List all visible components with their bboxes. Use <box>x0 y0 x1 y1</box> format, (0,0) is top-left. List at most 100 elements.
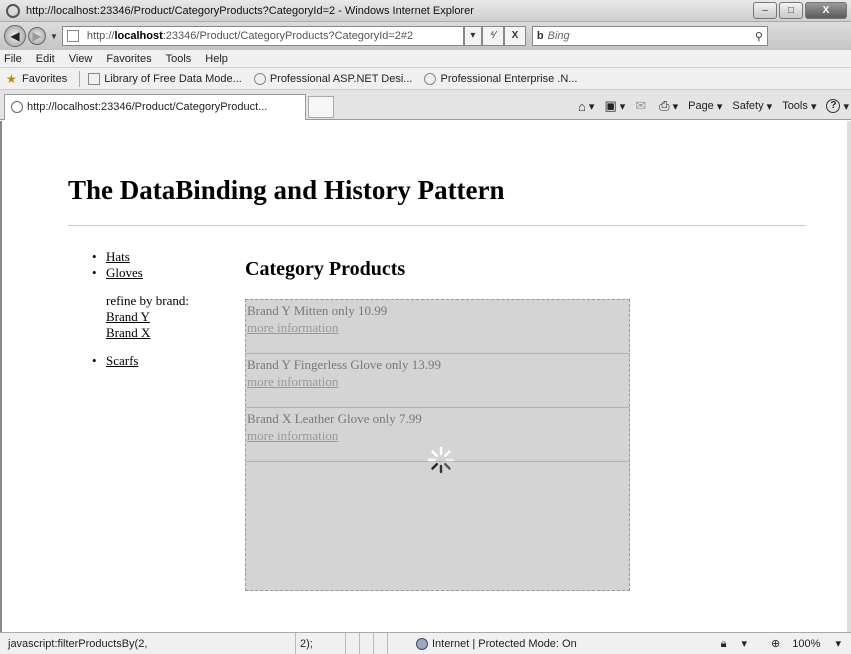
menu-help[interactable]: Help <box>205 53 228 65</box>
status-panel <box>374 633 388 654</box>
loading-spinner-icon <box>427 446 455 474</box>
favorite-link-2[interactable]: Professional ASP.NET Desi... <box>253 72 413 85</box>
status-right: 🔒︎ ▾ ⊕ 100% ▾ <box>697 637 841 651</box>
address-dropdown-icon[interactable]: ▾ <box>463 26 482 46</box>
menu-edit[interactable]: Edit <box>36 53 55 65</box>
history-dropdown-icon[interactable]: ▼ <box>50 32 58 41</box>
dropdown-icon: ▾ <box>843 100 849 113</box>
menu-tools[interactable]: Tools <box>166 53 192 65</box>
forward-button[interactable]: ▶ <box>28 27 46 45</box>
category-link-gloves[interactable]: Gloves <box>106 265 143 280</box>
address-toolbar: ◀ ▶ ▼ http://localhost:23346/Product/Cat… <box>0 22 851 50</box>
product-item: Brand Y Mitten only 10.99 more informati… <box>246 300 629 354</box>
tab-bar: http://localhost:23346/Product/CategoryP… <box>0 90 851 120</box>
zoom-level: 100% <box>792 638 821 650</box>
zoom-control[interactable]: ⊕ 100% ▾ <box>759 637 841 650</box>
status-bar: javascript:filterProductsBy(2, 2); Inter… <box>0 632 851 654</box>
page-icon <box>88 72 101 85</box>
search-placeholder: Bing <box>547 30 570 42</box>
feeds-button[interactable]: ▣ ▾ <box>604 98 625 114</box>
dropdown-icon: ▾ <box>619 100 626 113</box>
product-text: Brand Y Mitten only 10.99 <box>247 303 388 318</box>
more-info-link[interactable]: more information <box>247 319 629 336</box>
print-icon: ⎙ <box>659 98 670 113</box>
dropdown-icon: ▾ <box>766 100 773 113</box>
mail-icon: ✉ <box>635 98 647 113</box>
mail-button[interactable]: ✉ <box>635 98 649 114</box>
favorite-link-1[interactable]: Library of Free Data Mode... <box>88 72 242 85</box>
back-button[interactable]: ◀ <box>4 25 26 47</box>
product-list: Brand Y Mitten only 10.99 more informati… <box>245 299 630 591</box>
zone-label: Internet | Protected Mode: On <box>432 637 577 650</box>
page-content: The DataBinding and History Pattern Hats… <box>0 121 851 632</box>
status-panel <box>360 633 374 654</box>
dropdown-icon: ▾ <box>835 638 841 650</box>
print-button[interactable]: ⎙ ▾ <box>659 98 678 114</box>
home-button[interactable]: ⌂ ▾ <box>578 99 594 114</box>
window-controls: – □ X <box>751 2 847 19</box>
search-input[interactable]: b Bing ⚲ <box>531 26 768 46</box>
status-text-area: javascript:filterProductsBy(2, <box>0 633 296 654</box>
refine-label: refine by brand: <box>106 293 190 308</box>
url-host: localhost <box>114 30 163 42</box>
more-info-link[interactable]: more information <box>247 373 629 390</box>
help-button[interactable]: ? ▾ <box>826 99 849 113</box>
search-icon[interactable]: ⚲ <box>755 30 763 43</box>
menu-bar: File Edit View Favorites Tools Help <box>0 50 851 68</box>
menu-view[interactable]: View <box>69 53 93 65</box>
dropdown-icon: ▾ <box>741 637 748 650</box>
product-text: Brand X Leather Glove only 7.99 <box>247 411 422 426</box>
status-panels <box>332 633 388 654</box>
protected-mode-icon[interactable]: 🔒︎ ▾ <box>709 637 747 651</box>
favorites-divider <box>79 70 81 87</box>
dropdown-icon: ▾ <box>588 100 595 113</box>
page-menu-label: Page <box>688 100 714 112</box>
dropdown-icon: ▾ <box>810 100 817 113</box>
category-item-gloves: Gloves <box>92 265 189 281</box>
maximize-button[interactable]: □ <box>779 2 803 19</box>
address-input[interactable]: http://localhost:23346/Product/CategoryP… <box>61 26 464 46</box>
page-title: The DataBinding and History Pattern <box>68 175 505 205</box>
more-info-link[interactable]: more information <box>247 427 629 444</box>
stop-button[interactable]: X <box>503 26 526 46</box>
ie-icon <box>6 3 20 18</box>
url-rest: :23346/Product/CategoryProducts?Category… <box>162 30 414 42</box>
favorite-link-label: Professional ASP.NET Desi... <box>269 72 413 85</box>
ie-page-icon <box>253 72 266 85</box>
browser-tab[interactable]: http://localhost:23346/Product/CategoryP… <box>4 94 306 120</box>
menu-file[interactable]: File <box>4 53 22 65</box>
category-link-scarfs[interactable]: Scarfs <box>106 353 139 368</box>
dropdown-icon: ▾ <box>672 100 679 113</box>
star-icon: ★ <box>6 71 17 86</box>
refresh-button[interactable]: ⁴⁄ <box>481 26 504 46</box>
page-menu[interactable]: Page ▾ <box>688 100 722 113</box>
product-text: Brand Y Fingerless Glove only 13.99 <box>247 357 442 372</box>
minimize-button[interactable]: – <box>753 2 777 19</box>
close-button[interactable]: X <box>805 2 847 19</box>
category-item-hats: Hats <box>92 249 189 265</box>
lock-icon: 🔒︎ <box>720 637 727 650</box>
home-icon: ⌂ <box>578 98 586 114</box>
favorite-link-3[interactable]: Professional Enterprise .N... <box>424 72 577 85</box>
favorite-link-label: Library of Free Data Mode... <box>104 72 242 85</box>
tab-label: http://localhost:23346/Product/CategoryP… <box>27 101 268 113</box>
menu-favorites[interactable]: Favorites <box>106 53 151 65</box>
tools-menu[interactable]: Tools ▾ <box>782 100 816 113</box>
zoom-icon: ⊕ <box>771 638 781 650</box>
brand-link-x[interactable]: Brand X <box>106 325 189 341</box>
category-sidebar: Hats Gloves refine by brand: Brand Y Bra… <box>92 249 189 369</box>
globe-icon <box>416 637 428 650</box>
safety-menu[interactable]: Safety ▾ <box>732 100 772 113</box>
safety-menu-label: Safety <box>732 100 764 112</box>
favorites-button[interactable]: ★ Favorites <box>6 73 67 85</box>
new-tab-button[interactable] <box>308 96 334 118</box>
category-item-scarfs: Scarfs <box>92 353 189 369</box>
scrollbar[interactable] <box>847 121 851 632</box>
category-link-hats[interactable]: Hats <box>106 249 130 264</box>
title-divider <box>68 225 806 226</box>
security-zone[interactable]: Internet | Protected Mode: On <box>416 637 577 650</box>
product-item: Brand Y Fingerless Glove only 13.99 more… <box>246 354 629 408</box>
url-prefix: http:// <box>86 30 115 42</box>
brand-link-y[interactable]: Brand Y <box>106 309 189 325</box>
feeds-icon: ▣ <box>604 98 617 113</box>
